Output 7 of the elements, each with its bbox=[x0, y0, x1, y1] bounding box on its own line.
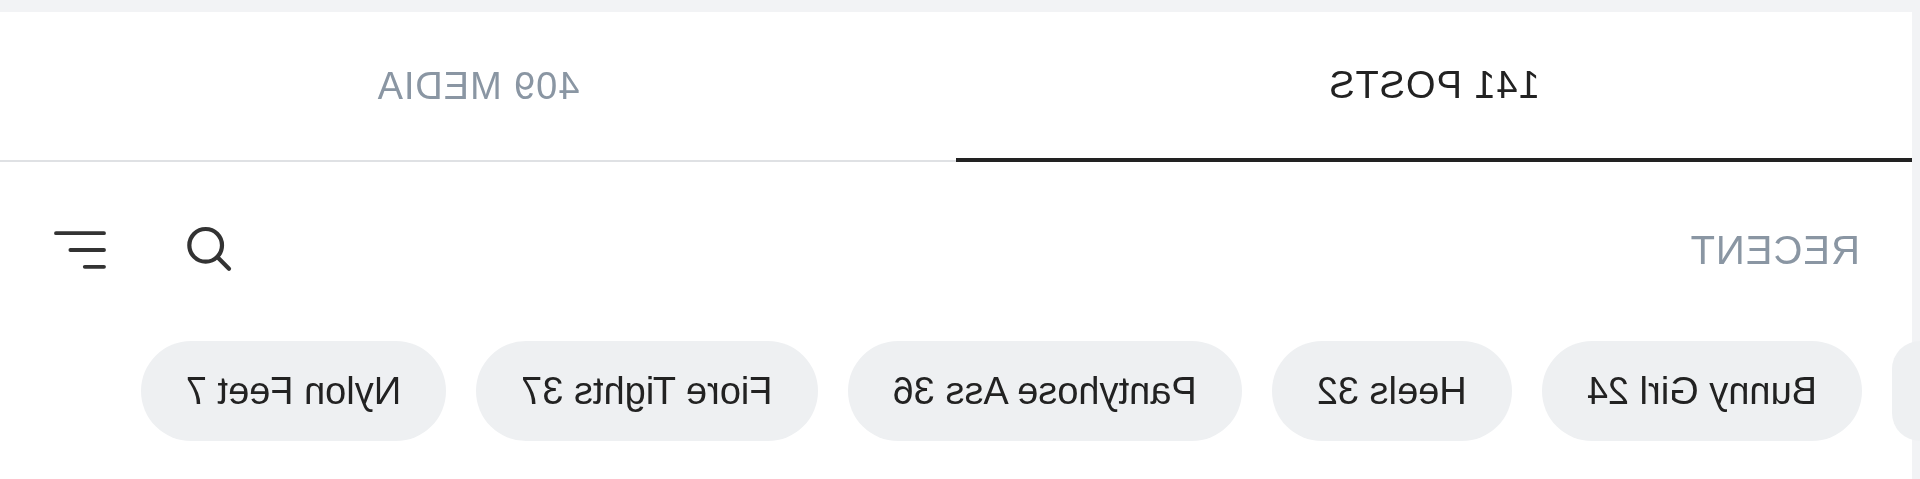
tag-chip[interactable]: Heels 32 bbox=[1271, 341, 1512, 441]
sort-label: RECENT bbox=[1689, 226, 1860, 274]
tag-chip[interactable]: Pantyhose Ass 36 bbox=[847, 341, 1242, 441]
tag-chip[interactable]: Nylon Feet 7 bbox=[140, 341, 447, 441]
tag-chip[interactable]: Bunny Girl 24 bbox=[1541, 341, 1862, 441]
tab[interactable]: 141 POSTS bbox=[956, 12, 1912, 162]
tag-chip[interactable]: Fiore Tights 37 bbox=[476, 341, 818, 441]
